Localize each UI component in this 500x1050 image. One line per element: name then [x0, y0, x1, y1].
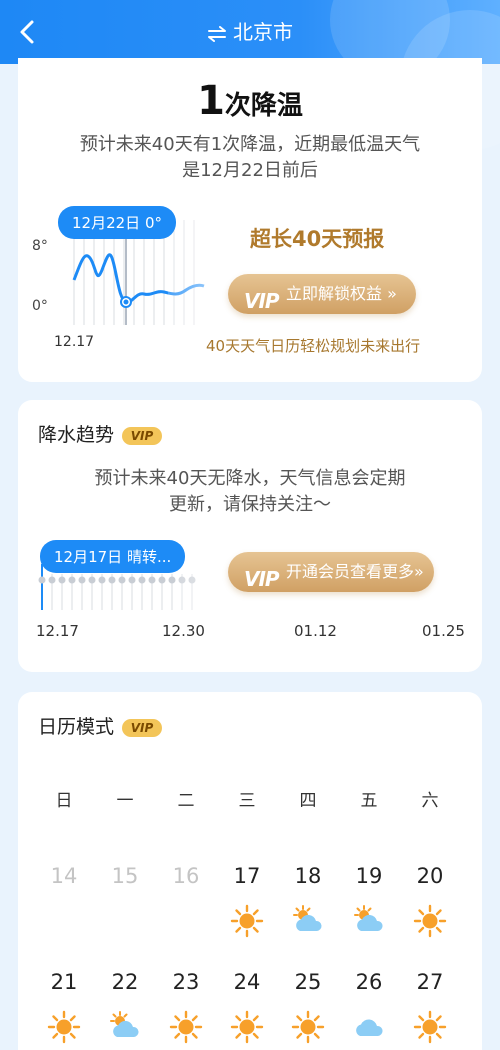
sun-icon [413, 904, 447, 938]
calendar-day[interactable]: 17 [225, 864, 269, 888]
precip-desc-line2: 更新，请保持关注～ [169, 494, 331, 515]
precip-desc-line1: 预计未来40天无降水，天气信息会定期 [94, 468, 406, 489]
calendar-day[interactable]: 16 [164, 864, 208, 888]
cooling-title: 1次降温 [18, 78, 482, 124]
calendar-day[interactable]: 22 [103, 970, 147, 994]
cooling-card: 1次降温 预计未来40天有1次降温，近期最低温天气 是12月22日前后 12月2… [18, 58, 482, 382]
vip-badge: VIP [122, 426, 163, 445]
calendar-day[interactable]: 24 [225, 970, 269, 994]
cooling-desc-line2: 是12月22日前后 [182, 160, 318, 181]
precipitation-card: 降水趋势 VIP 预计未来40天无降水，天气信息会定期 更新，请保持关注～ 12月… [18, 400, 482, 672]
calendar-card: 日历模式 VIP 日 一 二 三 四 五 六 14 15 16 17 18 19 20 21 22 23 24 25 2… [18, 692, 482, 1050]
calendar-day[interactable]: 25 [286, 970, 330, 994]
top-bar: 北京市 [0, 0, 500, 150]
open-vip-button[interactable]: VIP 开通会员查看更多» [228, 552, 434, 592]
precip-title-text: 降水趋势 [38, 424, 115, 446]
unlock-button[interactable]: VIP 立即解锁权益 » [228, 274, 416, 314]
calendar-section-title: 日历模式 VIP [38, 712, 163, 739]
partly-cloudy-icon [108, 1010, 142, 1044]
calendar-day[interactable]: 27 [408, 970, 452, 994]
partly-cloudy-icon [291, 904, 325, 938]
partly-cloudy-icon [352, 904, 386, 938]
promo-subtitle: 40天天气日历轻松规划未来出行 [206, 337, 421, 355]
vip-badge: VIP [122, 718, 163, 737]
weekday-label: 日 [55, 791, 73, 811]
cooling-tooltip: 12月22日 0° [58, 206, 176, 239]
open-vip-button-label: 开通会员查看更多» [286, 562, 424, 581]
sun-icon [230, 904, 264, 938]
city-title: 北京市 [233, 20, 293, 44]
calendar-day[interactable]: 14 [42, 864, 86, 888]
sun-icon [169, 1010, 203, 1044]
cooling-count: 1 [197, 78, 225, 124]
calendar-day[interactable]: 19 [347, 864, 391, 888]
calendar-day[interactable]: 21 [42, 970, 86, 994]
x-label: 01.12 [294, 622, 337, 640]
calendar-day[interactable]: 15 [103, 864, 147, 888]
x-label: 01.25 [422, 622, 465, 640]
calendar-day[interactable]: 26 [347, 970, 391, 994]
sun-icon [47, 1010, 81, 1044]
weekday-label: 二 [177, 791, 195, 811]
precip-tooltip: 12月17日 晴转... [40, 540, 186, 573]
promo-title: 超长40天预报 [250, 227, 385, 251]
x-label-start: 12.17 [54, 334, 95, 350]
sun-icon [230, 1010, 264, 1044]
city-selector[interactable]: 北京市 [0, 18, 500, 46]
weekday-label: 四 [299, 791, 317, 811]
x-label: 12.17 [36, 622, 79, 640]
calendar-day[interactable]: 23 [164, 970, 208, 994]
calendar-title-text: 日历模式 [38, 716, 115, 738]
vip-logo-icon: VIP [244, 289, 280, 313]
weekday-label: 五 [360, 791, 378, 811]
cooling-desc-line1: 预计未来40天有1次降温，近期最低温天气 [79, 134, 421, 155]
calendar-day[interactable]: 18 [286, 864, 330, 888]
cooling-title-suffix: 次降温 [224, 91, 303, 121]
vip-logo-icon: VIP [244, 567, 280, 591]
y-label-low: 0° [32, 298, 48, 314]
sun-icon [291, 1010, 325, 1044]
unlock-button-label: 立即解锁权益 » [286, 284, 397, 303]
weekday-label: 三 [238, 791, 256, 811]
sun-icon [413, 1010, 447, 1044]
calendar-day[interactable]: 20 [408, 864, 452, 888]
weekday-label: 六 [421, 791, 439, 811]
cloud-icon [352, 1010, 386, 1044]
weekday-label: 一 [116, 791, 134, 811]
x-label: 12.30 [162, 622, 205, 640]
precip-section-title: 降水趋势 VIP [38, 420, 163, 447]
y-label-high: 8° [32, 238, 48, 254]
swap-icon [208, 25, 226, 42]
